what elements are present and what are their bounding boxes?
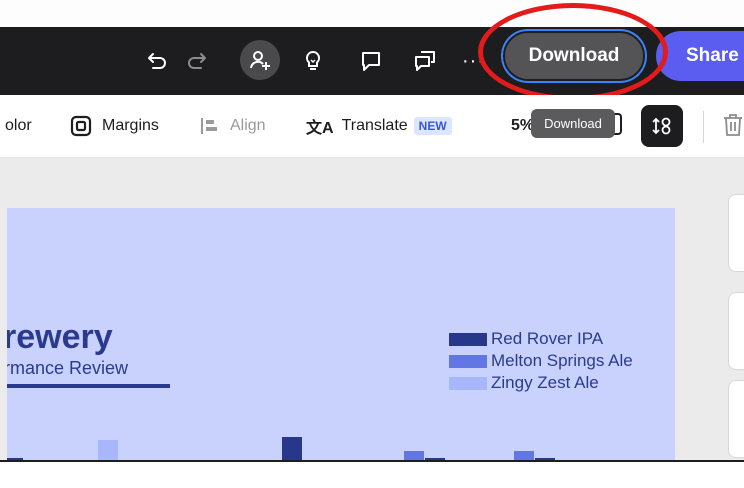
layers-icon[interactable] [641,105,683,147]
translate-label: Translate [341,117,408,134]
redo-icon[interactable] [182,27,212,95]
slide-page[interactable]: rewery rmance Review Red Rover IPA Melto… [7,208,675,461]
legend-label: Red Rover IPA [491,329,604,348]
legend-label: Zingy Zest Ale [491,373,599,392]
trash-icon[interactable] [722,112,744,143]
top-strip [0,0,744,27]
align-icon [200,116,220,136]
context-toolbar: olor Margins Align 文A Translate NEW 5% [0,95,744,158]
more-options-button[interactable]: ··· [462,27,485,95]
lightbulb-icon[interactable] [298,27,328,95]
legend-item: Red Rover IPA [449,329,603,349]
legend-swatch [449,376,487,390]
legend-label: Melton Springs Ale [491,351,633,370]
download-tooltip: Download [531,109,615,138]
side-card[interactable] [728,194,744,272]
new-badge: NEW [413,117,452,135]
margins-button[interactable]: Margins [70,95,159,157]
bottom-area [0,462,744,488]
color-label: olor [5,117,32,134]
editor-header: ··· Download Share [0,3,744,101]
align-label: Align [230,117,266,134]
legend-item: Zingy Zest Ale [449,373,599,393]
slide-title: rewery [7,318,113,356]
download-button[interactable]: Download [503,31,645,81]
chat-bubbles-icon[interactable] [410,27,440,95]
share-button[interactable]: Share [656,31,744,81]
translate-icon: 文A [306,120,334,137]
side-card[interactable] [728,380,744,458]
color-button[interactable]: olor [5,95,32,157]
legend-item: Melton Springs Ale [449,351,633,371]
legend-swatch [449,354,487,368]
legend-swatch [449,332,487,346]
title-underline [7,384,170,388]
translate-button[interactable]: 文A Translate NEW [306,95,452,157]
chart-bar [98,440,118,461]
toolbar-divider [703,111,704,143]
side-card[interactable] [728,292,744,370]
slide-subtitle: rmance Review [7,358,129,378]
add-person-icon[interactable] [240,40,280,80]
margins-icon [70,115,92,137]
undo-icon[interactable] [142,27,172,95]
comment-icon[interactable] [356,27,386,95]
align-button[interactable]: Align [200,95,266,157]
chart-bar [282,437,302,461]
margins-label: Margins [102,117,159,134]
